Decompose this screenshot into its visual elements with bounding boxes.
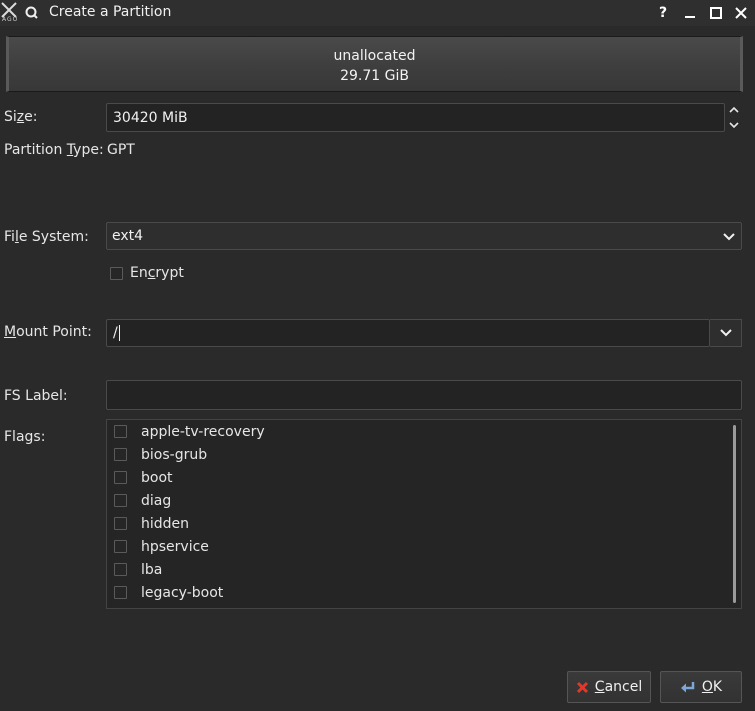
help-button[interactable]: ? — [653, 3, 673, 23]
flag-item[interactable]: legacy-boot — [107, 581, 223, 604]
flag-label: diag — [141, 492, 172, 509]
flags-label: Flags: — [4, 429, 46, 445]
flag-checkbox[interactable] — [114, 517, 127, 530]
partition-type-value: GPT — [107, 142, 135, 158]
flag-label: boot — [141, 469, 173, 486]
size-stepper[interactable] — [726, 103, 742, 132]
flag-label: apple-tv-recovery — [141, 423, 265, 440]
flag-checkbox[interactable] — [114, 540, 127, 553]
mount-point-input[interactable]: / — [106, 319, 710, 347]
enter-icon — [680, 681, 695, 692]
encrypt-label: Encrypt — [130, 265, 184, 281]
flag-label: hidden — [141, 515, 190, 532]
cancel-icon — [576, 681, 588, 693]
flag-checkbox[interactable] — [114, 425, 127, 438]
flag-item[interactable]: apple-tv-recovery — [107, 420, 265, 443]
minimize-icon — [685, 16, 695, 18]
size-spinbox[interactable]: 30420 MiB — [106, 103, 725, 132]
cancel-button-label: Cancel — [594, 679, 643, 695]
text-cursor — [118, 325, 120, 341]
maximize-icon — [710, 7, 722, 19]
fs-label-input[interactable] — [106, 380, 742, 410]
chevron-down-icon — [723, 233, 735, 241]
maximize-button[interactable] — [706, 3, 726, 23]
size-label: Size: — [4, 109, 38, 125]
ok-button-label: OK — [701, 679, 723, 695]
flag-checkbox[interactable] — [114, 563, 127, 576]
scrollbar-thumb[interactable] — [733, 425, 736, 603]
chevron-down-icon — [719, 329, 732, 337]
flag-label: legacy-boot — [141, 584, 224, 601]
flag-label: hpservice — [141, 538, 209, 555]
partition-bar: unallocated 29.71 GiB — [6, 36, 743, 92]
flags-scrollbar[interactable] — [728, 421, 740, 607]
encrypt-checkbox[interactable] — [110, 266, 123, 280]
flag-item[interactable]: hidden — [107, 512, 189, 535]
flag-item[interactable]: lba — [107, 558, 162, 581]
flag-checkbox[interactable] — [114, 448, 127, 461]
flag-label: bios-grub — [141, 446, 208, 463]
flag-item[interactable]: hpservice — [107, 535, 209, 558]
window-title: Create a Partition — [49, 4, 172, 20]
partition-name: unallocated — [333, 48, 416, 64]
flag-checkbox[interactable] — [114, 586, 127, 599]
close-button[interactable] — [731, 3, 751, 23]
flag-checkbox[interactable] — [114, 471, 127, 484]
ok-button[interactable]: OK — [660, 671, 742, 703]
flag-item[interactable]: diag — [107, 489, 171, 512]
window-icon — [24, 5, 40, 21]
encrypt-checkbox-row[interactable]: Encrypt — [110, 265, 184, 281]
close-icon — [735, 7, 747, 19]
size-value: 30420 MiB — [113, 109, 188, 126]
chevron-down-icon — [729, 122, 739, 129]
mount-point-value: / — [113, 325, 118, 341]
partition-type-label: Partition Type: — [4, 142, 104, 158]
help-icon: ? — [658, 5, 668, 21]
minimize-button[interactable] — [680, 3, 700, 23]
app-logo-text: AGO — [2, 16, 19, 23]
file-system-label: File System: — [4, 229, 89, 245]
flag-checkbox[interactable] — [114, 494, 127, 507]
mount-point-label: Mount Point: — [4, 324, 92, 340]
partition-size: 29.71 GiB — [340, 68, 409, 84]
file-system-value: ext4 — [112, 228, 144, 244]
chevron-up-icon — [729, 106, 739, 113]
flag-item[interactable]: bios-grub — [107, 443, 207, 466]
cancel-button[interactable]: Cancel — [567, 671, 651, 703]
fs-label-label: FS Label: — [4, 388, 68, 404]
flags-list: apple-tv-recovery bios-grub boot diag hi… — [106, 419, 742, 609]
app-logo: AGO — [0, 0, 20, 26]
file-system-combo[interactable]: ext4 — [106, 222, 742, 250]
flag-label: lba — [141, 561, 163, 578]
mount-point-dropdown-button[interactable] — [710, 319, 742, 347]
flag-item[interactable]: boot — [107, 466, 173, 489]
